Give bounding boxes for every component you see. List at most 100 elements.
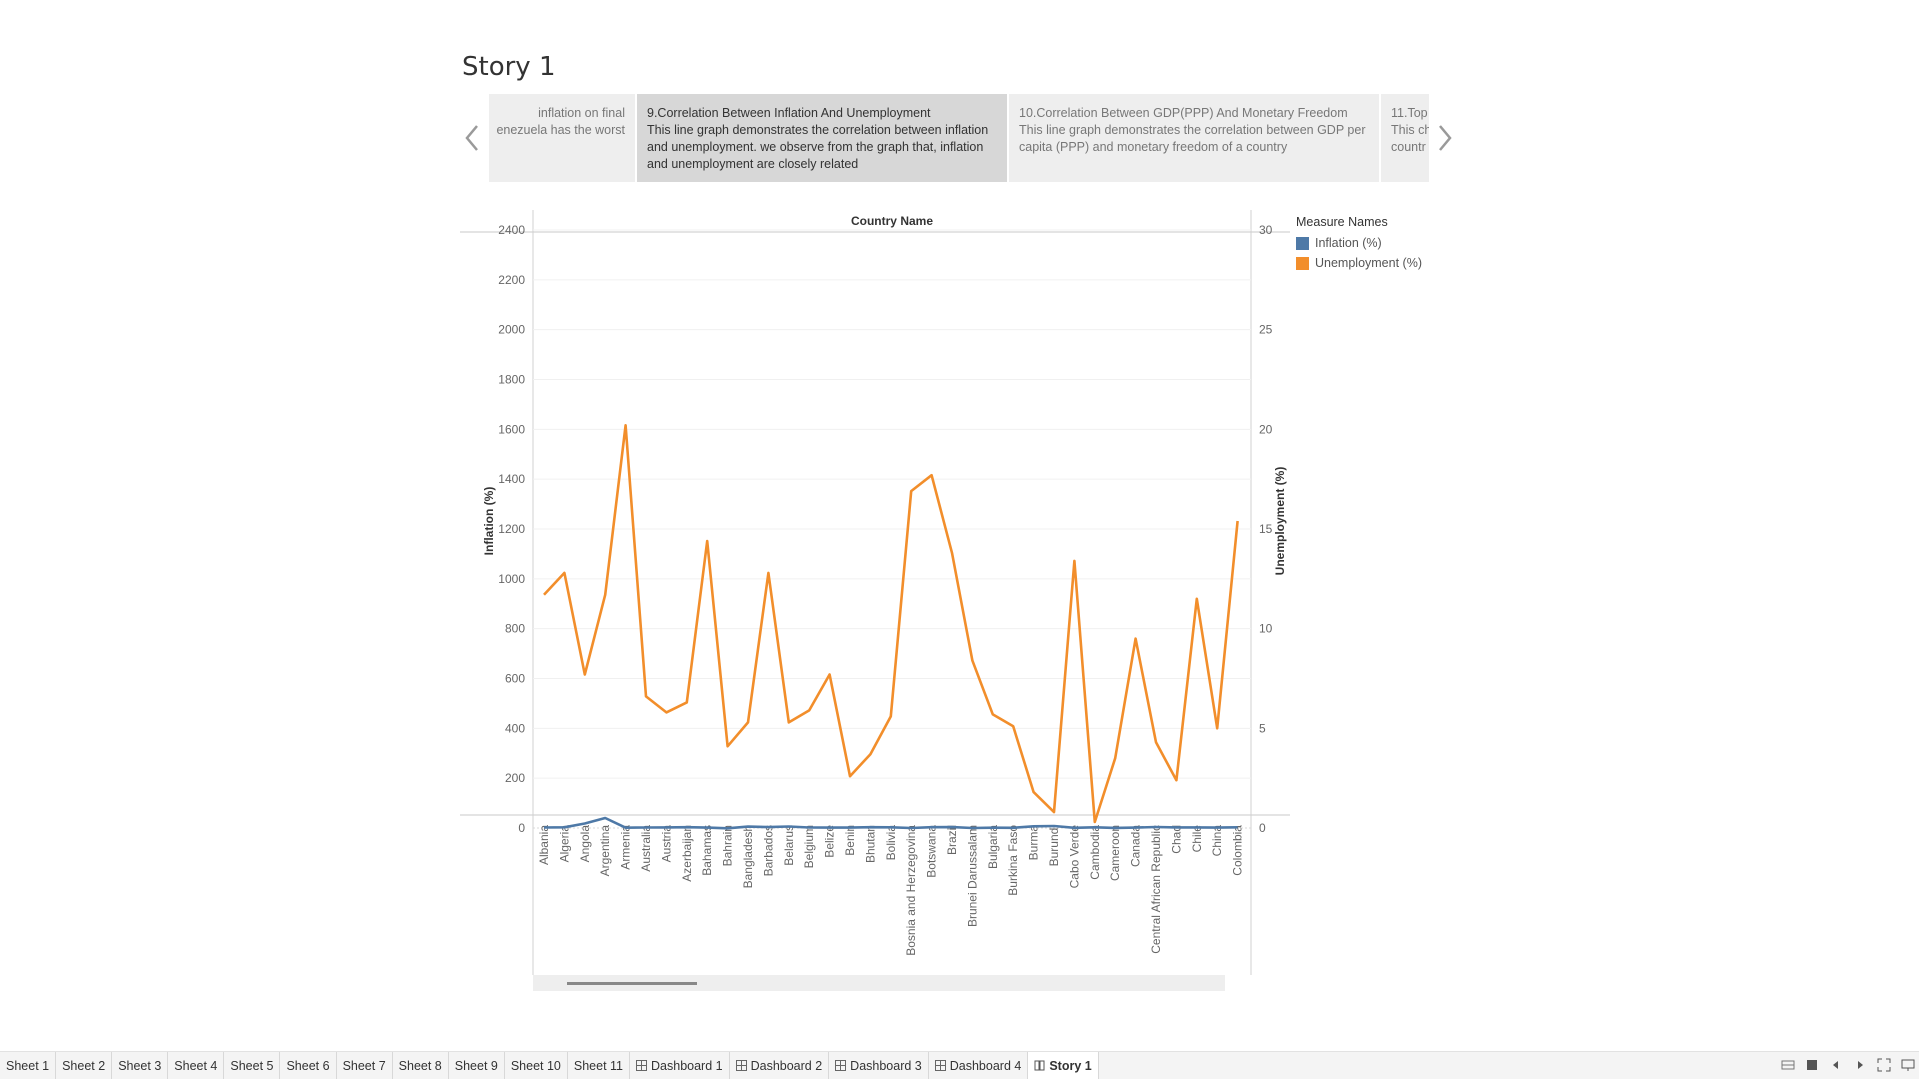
y2-tick-label: 30 <box>1259 223 1273 237</box>
show-sheet-sorter-button[interactable] <box>1781 1058 1795 1072</box>
legend-item-inflation[interactable]: Inflation (%) <box>1296 233 1456 253</box>
chevron-left-icon <box>465 125 478 151</box>
presentation-mode-icon <box>1901 1059 1915 1071</box>
tab-story-1[interactable]: Story 1 <box>1028 1051 1099 1079</box>
story-point-10[interactable]: 10.Correlation Between GDP(PPP) And Mone… <box>1009 94 1379 182</box>
show-filmstrip-button[interactable] <box>1805 1058 1819 1072</box>
y-tick-label: 1000 <box>498 572 525 586</box>
next-story-point-button[interactable] <box>1432 120 1458 156</box>
y-tick-label: 200 <box>505 771 525 785</box>
tab-sheet-6[interactable]: Sheet 6 <box>280 1051 337 1079</box>
tab-sheet-2[interactable]: Sheet 2 <box>56 1051 113 1079</box>
tab-sheet-10[interactable]: Sheet 10 <box>505 1051 568 1079</box>
story-point-caption: 9.Correlation Between Inflation And Unem… <box>647 106 931 120</box>
x-tick-label: Cambodia <box>1088 825 1102 880</box>
x-tick-label: Angola <box>578 825 592 863</box>
legend-label: Unemployment (%) <box>1315 256 1422 270</box>
tab-sheet-9[interactable]: Sheet 9 <box>449 1051 505 1079</box>
story-point-description: This line graph demonstrates the correla… <box>647 123 989 171</box>
x-tick-label: Bangladesh <box>741 825 755 888</box>
x-tick-label: Belarus <box>782 825 796 866</box>
y-tick-label: 1600 <box>498 422 525 436</box>
y2-tick-label: 20 <box>1259 422 1273 436</box>
x-tick-label: Burma <box>1027 825 1041 861</box>
tab-sheet-8[interactable]: Sheet 8 <box>393 1051 449 1079</box>
x-tick-label: Cameroon <box>1108 825 1122 881</box>
x-tick-label: Chile <box>1190 825 1204 853</box>
x-tick-label: Colombia <box>1231 825 1245 876</box>
x-tick-label: Canada <box>1129 825 1143 867</box>
chevron-right-icon <box>1439 125 1452 151</box>
chart-canvas: 0200400600800100012001400160018002000220… <box>460 210 1290 975</box>
x-tick-label: Argentina <box>598 825 612 877</box>
x-tick-label: Benin <box>843 825 857 856</box>
tab-sheet-5[interactable]: Sheet 5 <box>224 1051 281 1079</box>
y-tick-label: 1400 <box>498 472 525 486</box>
x-tick-label: Botswana <box>925 825 939 878</box>
x-tick-label: Bolivia <box>884 825 898 861</box>
next-sheet-button[interactable] <box>1853 1058 1867 1072</box>
x-tick-label: Bosnia and Herzegovina <box>904 825 918 956</box>
story-icon <box>1034 1060 1045 1071</box>
y-tick-label: 1200 <box>498 522 525 536</box>
story-point-caption: 10.Correlation Between GDP(PPP) And Mone… <box>1019 106 1348 120</box>
show-filmstrip-icon <box>1807 1060 1817 1070</box>
x-tick-label: Armenia <box>619 825 633 870</box>
x-tick-label: Algeria <box>557 825 571 863</box>
presentation-mode-button[interactable] <box>1901 1058 1915 1072</box>
story-point-8[interactable]: inflation on final enezuela has the wors… <box>489 94 635 182</box>
x-tick-label: Burkina Faso <box>1006 825 1020 896</box>
tab-sheet-3[interactable]: Sheet 3 <box>112 1051 169 1079</box>
y2-tick-label: 25 <box>1259 323 1273 337</box>
fullscreen-button[interactable] <box>1877 1058 1891 1072</box>
scrollbar-thumb[interactable] <box>567 982 697 985</box>
x-tick-label: Bhutan <box>863 825 877 863</box>
tab-label: Sheet 11 <box>573 1058 624 1073</box>
tab-label: Sheet 2 <box>62 1058 106 1073</box>
line-chart[interactable]: 0 200 400 600 800 1000 1200 1400 1600 1800 2000 220… <box>460 205 1440 995</box>
tab-dashboard-4[interactable]: Dashboard 4 <box>929 1051 1029 1079</box>
dashboard-icon <box>735 1060 747 1071</box>
legend-swatch <box>1296 256 1309 270</box>
tab-sheet-4[interactable]: Sheet 4 <box>168 1051 225 1079</box>
tab-label: Sheet 5 <box>230 1058 274 1073</box>
previous-story-point-button[interactable] <box>459 120 485 156</box>
tab-label: Sheet 9 <box>454 1058 498 1073</box>
horizontal-scrollbar[interactable] <box>533 975 1225 991</box>
tab-dashboard-1[interactable]: Dashboard 1 <box>630 1051 730 1079</box>
tab-label: Dashboard 3 <box>850 1058 922 1073</box>
x-tick-label: Chad <box>1169 825 1183 854</box>
tab-dashboard-3[interactable]: Dashboard 3 <box>829 1051 929 1079</box>
story-point-11[interactable]: 11.Top This ch countr <box>1381 94 1429 182</box>
tab-label: Sheet 7 <box>342 1058 386 1073</box>
tab-label: Sheet 6 <box>286 1058 330 1073</box>
x-tick-label: Belgium <box>802 825 816 868</box>
legend: Measure Names Inflation (%) Unemployment… <box>1296 215 1456 273</box>
y-tick-label: 2000 <box>498 323 525 337</box>
prev-sheet-button[interactable] <box>1829 1058 1843 1072</box>
y2-tick-label: 15 <box>1259 522 1273 536</box>
x-tick-label: Bahamas <box>700 825 714 876</box>
story-title: Story 1 <box>462 52 556 82</box>
story-point-9[interactable]: 9.Correlation Between Inflation And Unem… <box>637 94 1007 182</box>
x-tick-label: China <box>1210 825 1224 857</box>
x-tick-label: Azerbaijan <box>680 825 694 882</box>
y-tick-label: 2200 <box>498 273 525 287</box>
tab-sheet-11[interactable]: Sheet 11 <box>568 1051 631 1079</box>
y-axis-title: Inflation (%) <box>482 487 496 556</box>
fullscreen-icon <box>1877 1058 1891 1072</box>
y-tick-label: 2400 <box>498 223 525 237</box>
unemployment-series-line <box>543 424 1239 824</box>
story-point-description: This ch countr <box>1391 123 1429 154</box>
y2-axis-title: Unemployment (%) <box>1273 467 1287 576</box>
y2-tick-label: 10 <box>1259 622 1273 636</box>
story-point-description: inflation on final enezuela has the wors… <box>496 106 625 137</box>
dashboard-icon <box>934 1060 946 1071</box>
legend-item-unemployment[interactable]: Unemployment (%) <box>1296 253 1456 273</box>
tab-sheet-7[interactable]: Sheet 7 <box>337 1051 393 1079</box>
x-tick-label: Burundi <box>1047 825 1061 866</box>
x-axis-header: Country Name <box>851 214 933 228</box>
tab-sheet-1[interactable]: Sheet 1 <box>0 1051 57 1079</box>
x-tick-label: Australia <box>639 825 653 872</box>
tab-dashboard-2[interactable]: Dashboard 2 <box>730 1051 830 1079</box>
